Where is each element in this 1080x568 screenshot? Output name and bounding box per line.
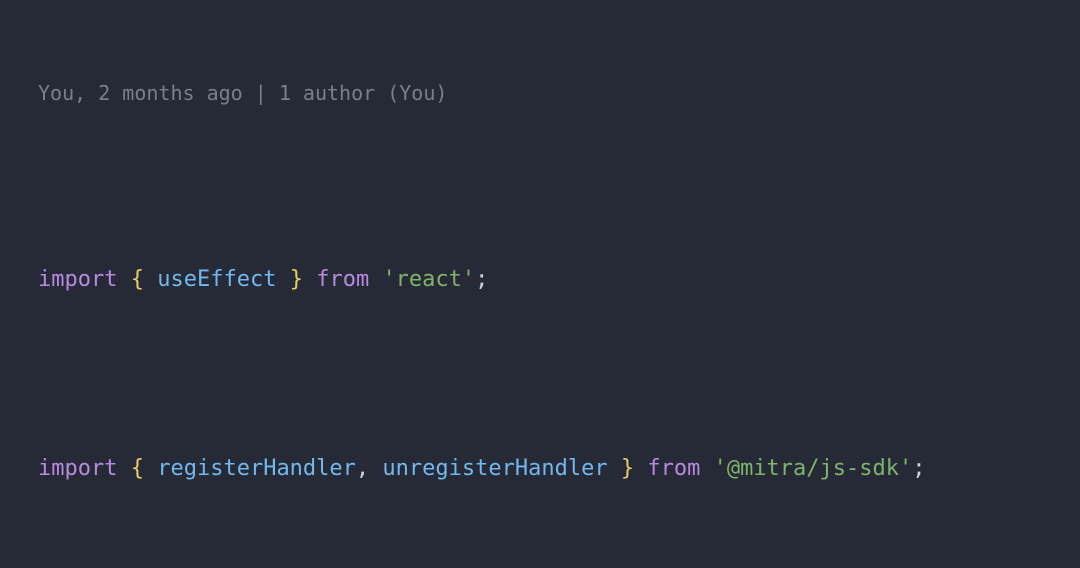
brace-close: } <box>621 456 634 481</box>
keyword-import: import <box>38 267 117 292</box>
semicolon: ; <box>475 267 488 292</box>
keyword-from: from <box>647 456 700 481</box>
string-react: 'react' <box>382 267 475 292</box>
identifier-unregisterHandler: unregisterHandler <box>382 456 607 481</box>
code-line[interactable]: import { useEffect } from 'react'; <box>38 261 1080 299</box>
brace-open: { <box>131 267 144 292</box>
semicolon: ; <box>912 456 925 481</box>
keyword-from: from <box>316 267 369 292</box>
codelens-annotation: You, 2 months ago | 1 author (You) <box>38 78 1080 108</box>
identifier-useEffect: useEffect <box>157 267 276 292</box>
brace-open: { <box>131 456 144 481</box>
comma: , <box>356 456 369 481</box>
brace-close: } <box>290 267 303 292</box>
code-editor[interactable]: You, 2 months ago | 1 author (You) impor… <box>0 0 1080 568</box>
keyword-import: import <box>38 456 117 481</box>
string-sdk: '@mitra/js-sdk' <box>714 456 913 481</box>
identifier-registerHandler: registerHandler <box>157 456 356 481</box>
code-line[interactable]: import { registerHandler, unregisterHand… <box>38 450 1080 488</box>
